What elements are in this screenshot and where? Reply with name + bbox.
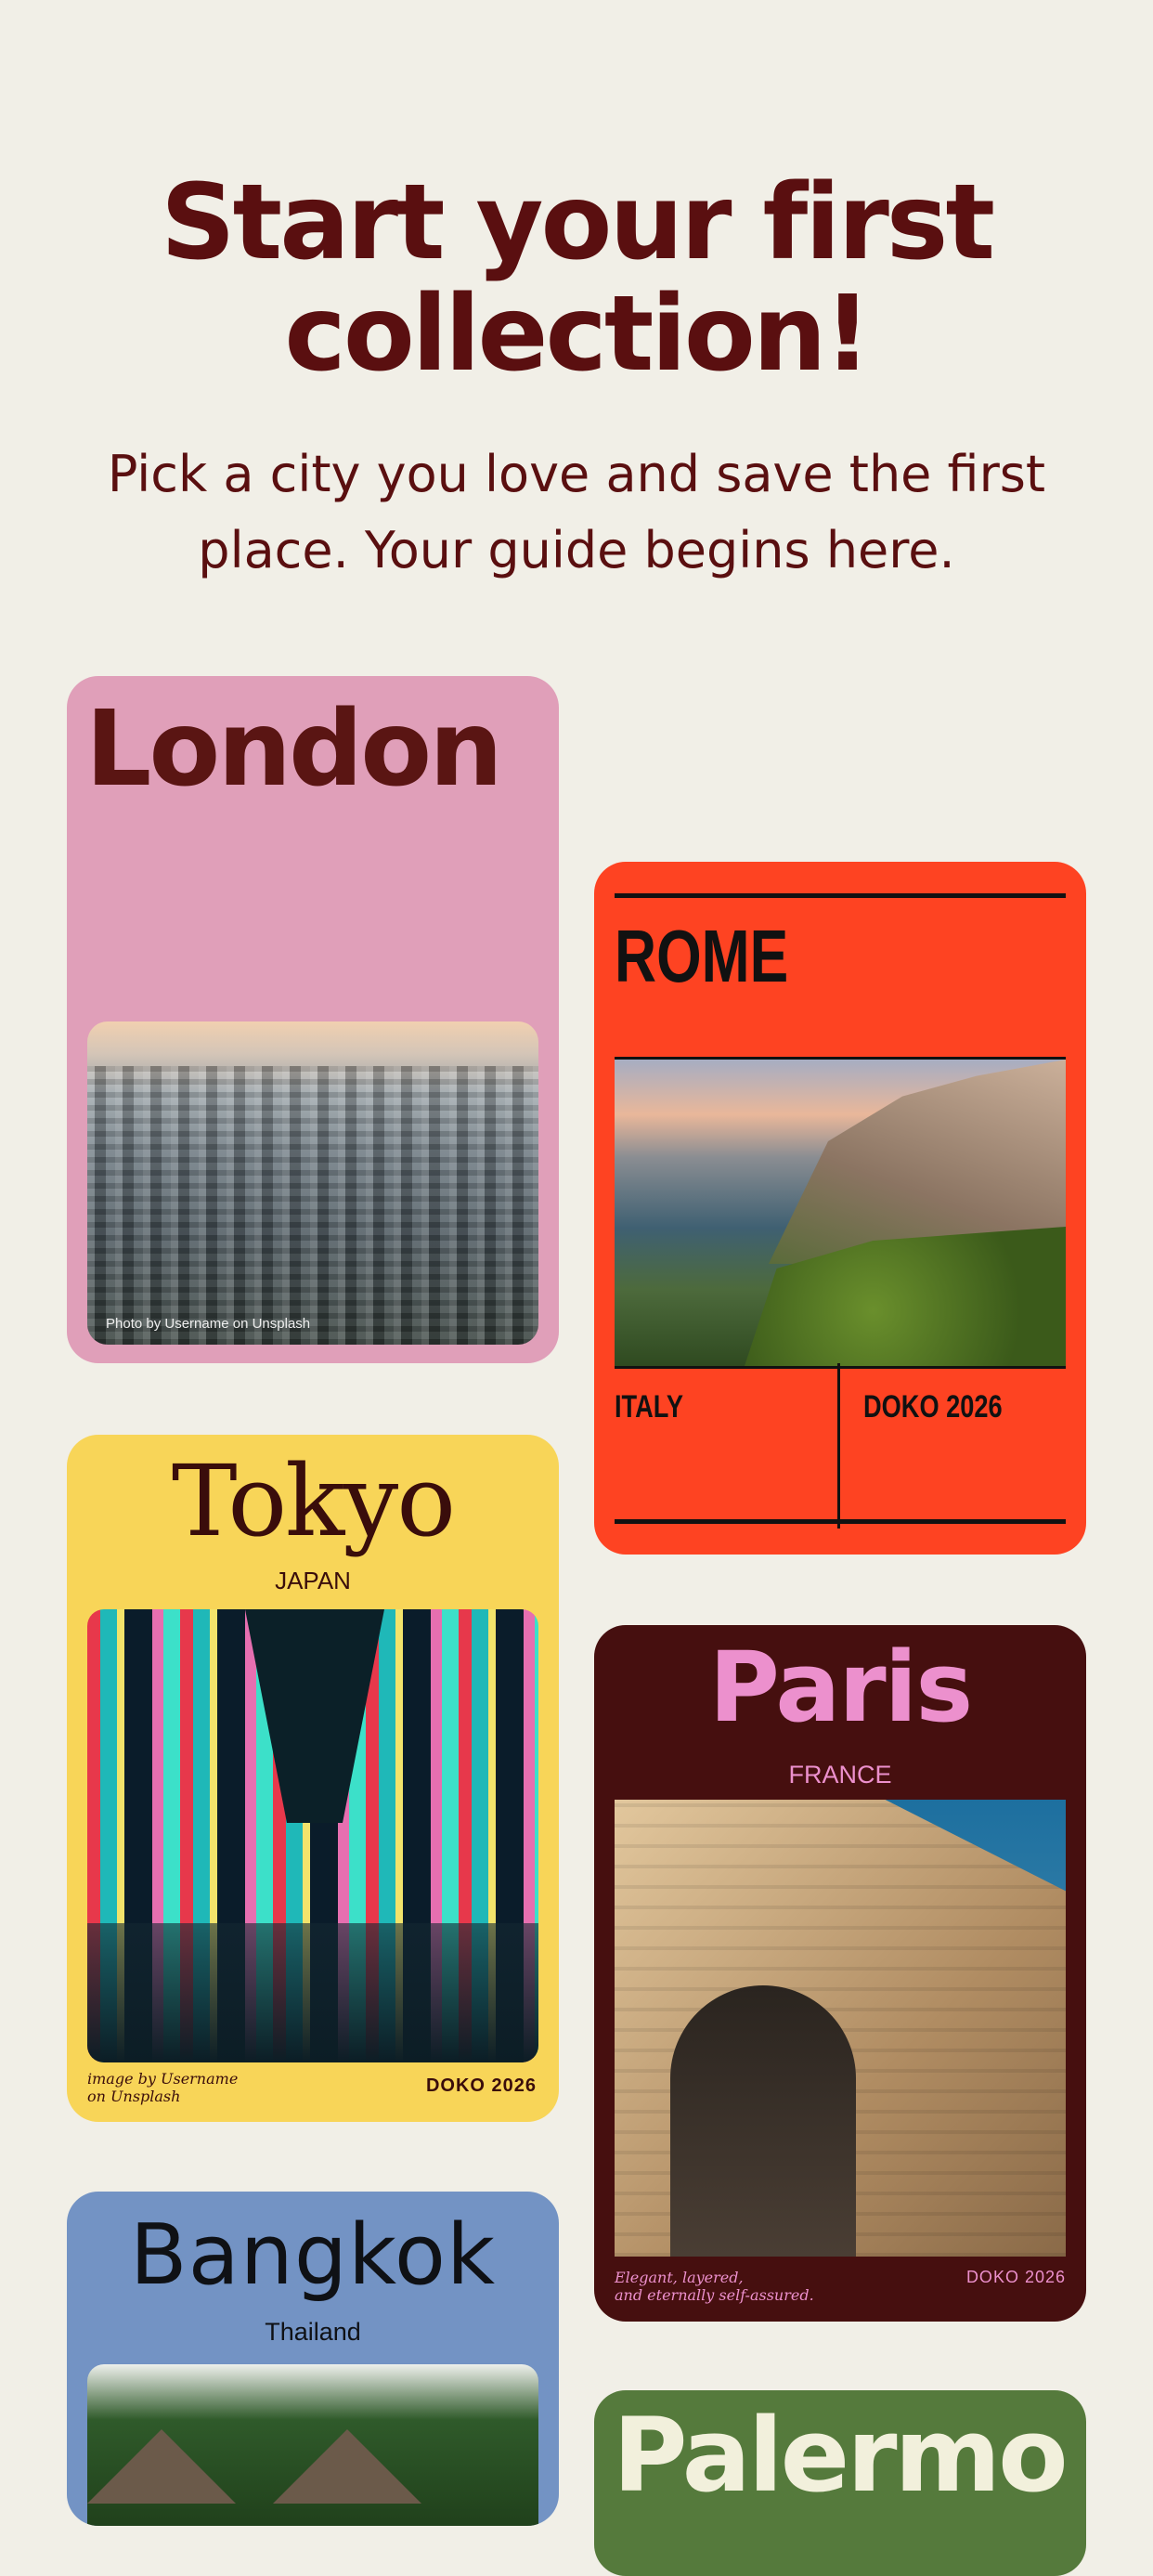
country-label: JAPAN	[275, 1567, 351, 1594]
city-title: ROME	[615, 915, 789, 997]
city-card-tokyo[interactable]: Tokyo JAPAN image by Username on Unsplas…	[67, 1435, 559, 2122]
city-title: Paris	[708, 1631, 973, 1744]
city-photo	[615, 1057, 1066, 1369]
city-photo	[87, 1609, 538, 2062]
brand-label: DOKO 2026	[863, 1389, 1003, 1425]
city-title: Bangkok	[129, 2206, 497, 2304]
divider	[837, 1363, 840, 1529]
photo-credit: image by Username on Unsplash	[87, 2070, 239, 2105]
city-title: Tokyo	[171, 1444, 456, 1558]
city-photo: Photo by Username on Unsplash	[87, 1021, 538, 1345]
photo-credit: Photo by Username on Unsplash	[106, 1316, 311, 1332]
city-title: London	[85, 689, 503, 810]
card-tagline: Elegant, layered, and eternally self-ass…	[615, 2269, 814, 2304]
brand-label: DOKO 2026	[425, 2075, 537, 2096]
city-photo	[615, 1800, 1066, 2257]
city-card-london[interactable]: London Photo by Username on Unsplash	[67, 676, 559, 1363]
city-photo	[87, 2364, 538, 2526]
divider	[615, 893, 1066, 898]
page-title: Start your first collection!	[160, 163, 995, 395]
city-card-bangkok[interactable]: Bangkok Thailand	[67, 2192, 559, 2526]
city-card-rome[interactable]: ROME ITALY DOKO 2026	[594, 862, 1086, 1555]
page-subtitle: Pick a city you love and save the first …	[107, 445, 1046, 579]
divider	[615, 1519, 1066, 1524]
city-title: Palermo	[613, 2396, 1069, 2515]
country-label: Thailand	[265, 2318, 361, 2346]
city-card-paris[interactable]: Paris FRANCE Elegant, layered, and etern…	[594, 1625, 1086, 2322]
brand-label: DOKO 2026	[965, 2268, 1066, 2286]
country-label: ITALY	[615, 1389, 684, 1425]
city-card-palermo[interactable]: Palermo	[594, 2390, 1086, 2576]
country-label: FRANCE	[788, 1761, 892, 1789]
